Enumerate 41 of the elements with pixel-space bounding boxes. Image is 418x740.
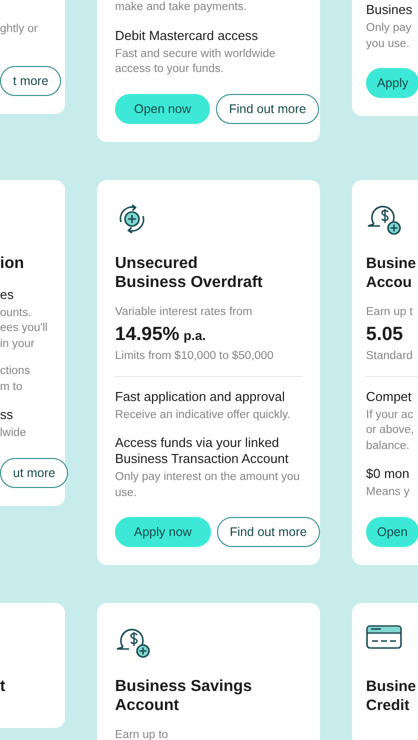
rate-intro: Variable interest rates from [115, 306, 254, 318]
apply-button[interactable]: Apply now [115, 517, 211, 547]
card-title: ion [0, 254, 25, 272]
feature-text: Means y [366, 485, 410, 500]
credit-card-icon [366, 625, 402, 651]
rate-note: Standard [366, 350, 414, 362]
interest-rate: 5.05 [366, 324, 403, 346]
card-title: t [0, 677, 6, 696]
card-title: Unsecured Business Overdraft [115, 254, 264, 292]
find-out-more-button[interactable]: Find out more [216, 94, 320, 124]
card-title: Busine Credit [366, 677, 418, 715]
card-title: Busine Accou [366, 254, 418, 292]
feature-text: Receive an indicative offer quickly. [115, 408, 292, 422]
feature-text: ghtly or [0, 22, 39, 37]
feature-text: lwide [0, 426, 28, 441]
rate-suffix: p.a. [183, 328, 206, 342]
card-title: Business Savings Account [115, 677, 253, 715]
feature-text: ounts. ees you'll in your [0, 306, 49, 352]
find-out-more-button[interactable]: ut more [0, 458, 68, 488]
feature-text: Fast and secure with worldwide access to your funds. [115, 46, 276, 77]
find-out-more-button[interactable]: Find out more [216, 517, 320, 547]
rate-note: Limits from $10,000 to $50,000 [115, 350, 275, 362]
feature-text: If your ac or above, balance. [366, 408, 415, 454]
feature-heading: ss [0, 407, 14, 423]
feature-heading: Busines [366, 2, 414, 18]
apply-button[interactable]: Apply [366, 68, 418, 98]
feature-text: make and take payments. [115, 0, 248, 15]
feature-heading: Debit Mastercard access [115, 28, 260, 44]
rate-intro: Earn up t [366, 306, 414, 318]
feature-heading: es [0, 286, 15, 302]
find-out-more-button[interactable]: t more [0, 66, 62, 96]
feature-text: Only pay you use. [366, 21, 412, 52]
feature-heading: Compet [366, 388, 413, 404]
feature-heading: Fast application and approval [115, 388, 286, 404]
feature-text: ctions m to [0, 364, 32, 394]
apply-button[interactable]: Open now [115, 94, 210, 124]
feature-heading: $0 mon [366, 466, 410, 482]
apply-button[interactable]: Open [366, 516, 418, 546]
interest-rate: 14.95% [115, 324, 180, 346]
feature-text: Only pay interest on the amount you use. [115, 470, 301, 500]
feature-heading: Access funds via your linked Business Transaction Account [115, 435, 290, 467]
